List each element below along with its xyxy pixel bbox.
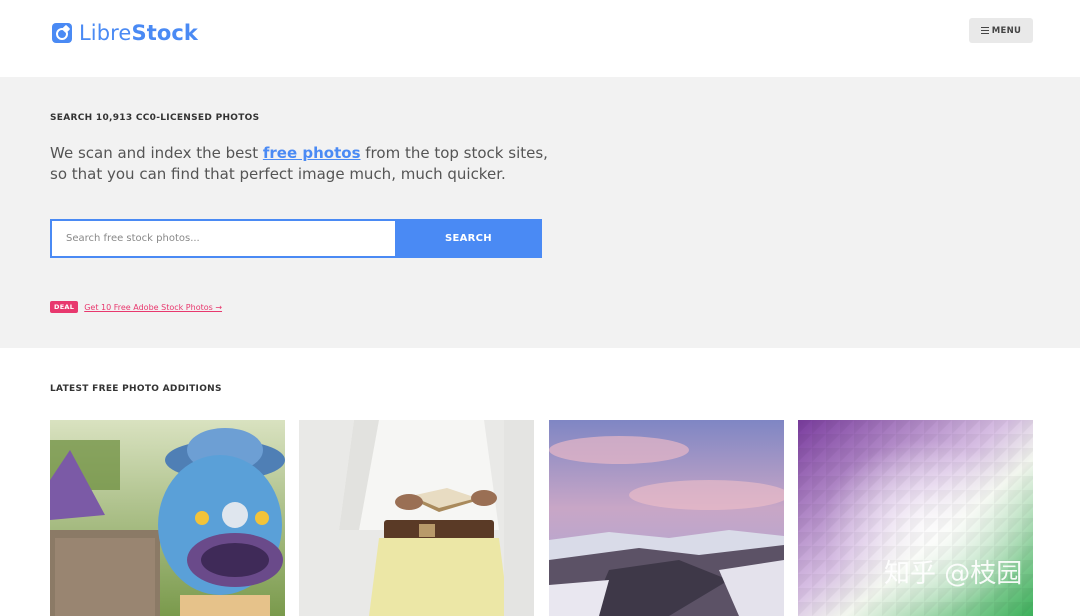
site-header: LibreStock MENU — [0, 0, 1080, 77]
hero-kicker: SEARCH 10,913 CC0-LICENSED PHOTOS — [50, 113, 260, 123]
logo-icon — [52, 23, 72, 43]
deal-badge: DEAL — [50, 301, 79, 313]
free-photos-link[interactable]: free photos — [263, 144, 361, 162]
watermark-text: 知乎 @枝园 — [884, 559, 1022, 589]
search-input[interactable] — [50, 219, 395, 258]
search-button[interactable]: SEARCH — [395, 219, 542, 258]
hero-section: SEARCH 10,913 CC0-LICENSED PHOTOS We sca… — [0, 77, 1080, 348]
search-form: SEARCH — [50, 219, 542, 258]
photo-thumbnail-clown[interactable] — [50, 420, 285, 616]
deal-link[interactable]: Get 10 Free Adobe Stock Photos → — [84, 303, 222, 312]
logo-text: LibreStock — [79, 21, 198, 45]
latest-additions-title: LATEST FREE PHOTO ADDITIONS — [50, 384, 222, 394]
logo[interactable]: LibreStock — [52, 20, 198, 46]
hero-description: We scan and index the best free photos f… — [50, 144, 548, 183]
photo-thumbnail-canyon[interactable] — [549, 420, 784, 616]
photo-thumbnail-gradient-pattern[interactable]: 知乎 @枝园 — [798, 420, 1033, 616]
photo-thumbnail-man-reading[interactable] — [299, 420, 534, 616]
menu-label: MENU — [991, 25, 1022, 36]
hamburger-icon — [980, 27, 989, 34]
menu-button[interactable]: MENU — [969, 18, 1033, 43]
deal-promo: DEAL Get 10 Free Adobe Stock Photos → — [50, 301, 222, 313]
